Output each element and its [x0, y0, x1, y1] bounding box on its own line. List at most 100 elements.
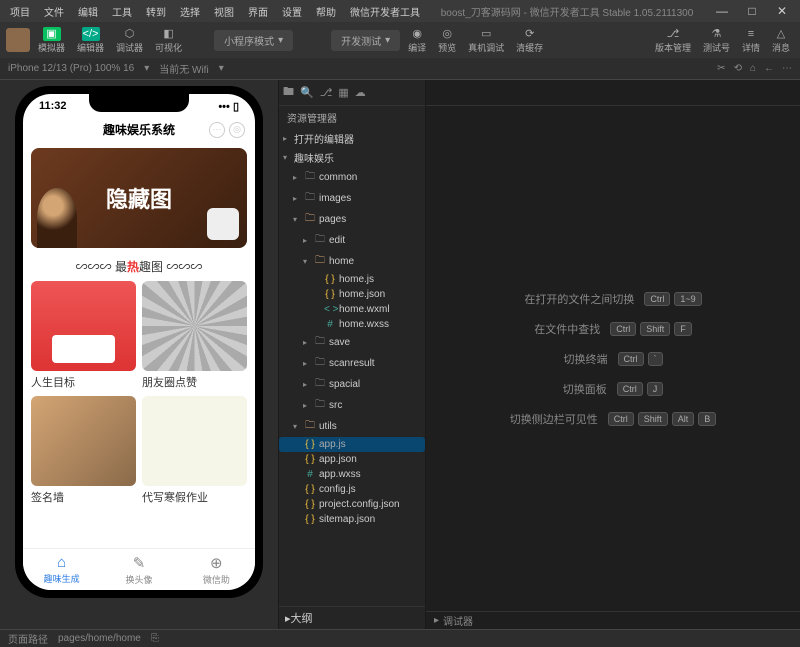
compile-button[interactable]: ◉编译	[404, 25, 430, 56]
menu-转到[interactable]: 转到	[140, 2, 172, 21]
tree-home[interactable]: ▾🗀home	[279, 251, 425, 272]
outline-section[interactable]: ▸大纲	[279, 606, 425, 629]
tab-0[interactable]: ⌂趣味生成	[23, 549, 100, 590]
tree-app.wxss[interactable]: #app.wxss	[279, 467, 425, 482]
copy-icon[interactable]: ⎘	[151, 633, 159, 644]
tree-utils[interactable]: ▾🗀utils	[279, 416, 425, 437]
tree-home.js[interactable]: { }home.js	[279, 272, 425, 287]
file-icon: { }	[324, 274, 336, 285]
screenshot-icon[interactable]: ✂	[717, 63, 725, 74]
card-3[interactable]: 代写寒假作业	[142, 396, 247, 505]
visual-button[interactable]: ◧可视化	[151, 25, 186, 56]
tree-pages[interactable]: ▾🗀pages	[279, 209, 425, 230]
file-name: spacial	[329, 379, 360, 390]
card-label: 代写寒假作业	[142, 489, 247, 505]
device-name[interactable]: iPhone 12/13 (Pro) 100% 16	[8, 63, 134, 74]
branch-tab-icon[interactable]: ⎇	[320, 86, 333, 99]
menu-设置[interactable]: 设置	[276, 2, 308, 21]
menu-微信开发者工具[interactable]: 微信开发者工具	[344, 2, 426, 21]
simulator-button[interactable]: ▣模拟器	[34, 25, 69, 56]
tree-images[interactable]: ▸🗀images	[279, 188, 425, 209]
cloud-tab-icon[interactable]: ☁	[355, 86, 366, 99]
detail-button[interactable]: ≡详情	[738, 25, 764, 56]
preview-button[interactable]: ◎预览	[434, 25, 460, 56]
card-1[interactable]: 朋友圈点赞	[142, 281, 247, 390]
file-name: config.js	[319, 484, 356, 495]
menu-视图[interactable]: 视图	[208, 2, 240, 21]
card-label: 人生目标	[31, 374, 136, 390]
file-icon: { }	[304, 514, 316, 525]
debugger-button[interactable]: ⬡调试器	[112, 25, 147, 56]
tree-save[interactable]: ▸🗀save	[279, 332, 425, 353]
page-path-label: 页面路径	[8, 631, 48, 646]
tree-project.config.json[interactable]: { }project.config.json	[279, 497, 425, 512]
more-icon[interactable]: ⋯	[782, 63, 792, 74]
tree-home.wxss[interactable]: #home.wxss	[279, 317, 425, 332]
menu-帮助[interactable]: 帮助	[310, 2, 342, 21]
tree-home.json[interactable]: { }home.json	[279, 287, 425, 302]
home-icon[interactable]: ⌂	[750, 63, 756, 74]
open-editors-section[interactable]: ▸打开的编辑器	[279, 129, 425, 148]
tree-sitemap.json[interactable]: { }sitemap.json	[279, 512, 425, 527]
file-icon: { }	[304, 484, 316, 495]
menu-文件[interactable]: 文件	[38, 2, 70, 21]
version-button[interactable]: ⎇版本管理	[651, 25, 695, 56]
tree-app.js[interactable]: { }app.js	[279, 437, 425, 452]
maximize-button[interactable]: □	[738, 4, 766, 18]
console-bar[interactable]: ▸ 调试器	[426, 611, 800, 629]
menu-选择[interactable]: 选择	[174, 2, 206, 21]
shortcut-label: 切换侧边栏可见性	[510, 411, 598, 427]
key: Shift	[640, 322, 670, 336]
key: Ctrl	[610, 322, 636, 336]
capsule-menu-icon[interactable]: ⋯	[209, 122, 225, 138]
tab-label: 趣味生成	[44, 572, 80, 585]
tree-app.json[interactable]: { }app.json	[279, 452, 425, 467]
rotate-icon[interactable]: ⟲	[734, 63, 742, 74]
key: `	[648, 352, 663, 366]
project-root[interactable]: ▾趣味娱乐	[279, 148, 425, 167]
files-tab-icon[interactable]: 🖿	[283, 83, 294, 102]
message-button[interactable]: △消息	[768, 25, 794, 56]
realdevice-button[interactable]: ▭真机调试	[464, 25, 508, 56]
tree-config.js[interactable]: { }config.js	[279, 482, 425, 497]
mode-select[interactable]: 小程序模式 ▾	[214, 30, 293, 51]
tabbar: ⌂趣味生成✎换头像⊕微信助	[23, 548, 255, 590]
card-image	[142, 396, 247, 486]
tree-common[interactable]: ▸🗀common	[279, 167, 425, 188]
card-0[interactable]: 人生目标	[31, 281, 136, 390]
tree-home.wxml[interactable]: < >home.wxml	[279, 302, 425, 317]
card-2[interactable]: 签名墙	[31, 396, 136, 505]
menu-项目[interactable]: 项目	[4, 2, 36, 21]
statusbar: 页面路径 pages/home/home ⎘	[0, 629, 800, 647]
tab-1[interactable]: ✎换头像	[100, 549, 177, 590]
tab-2[interactable]: ⊕微信助	[178, 549, 255, 590]
card-label: 朋友圈点赞	[142, 374, 247, 390]
menu-界面[interactable]: 界面	[242, 2, 274, 21]
tree-edit[interactable]: ▸🗀edit	[279, 230, 425, 251]
phone-screen[interactable]: 11:32 ••• ▯ 趣味娱乐系统 ⋯ ◎ 隐藏图 ∽∽∽ 最热趣图 ∽∽	[23, 94, 255, 590]
ext-tab-icon[interactable]: ▦	[338, 86, 348, 99]
phone-frame: 11:32 ••• ▯ 趣味娱乐系统 ⋯ ◎ 隐藏图 ∽∽∽ 最热趣图 ∽∽	[15, 86, 263, 598]
capsule-close-icon[interactable]: ◎	[229, 122, 245, 138]
file-name: pages	[319, 214, 346, 225]
back-icon[interactable]: ←	[764, 63, 774, 74]
tree-scanresult[interactable]: ▸🗀scanresult	[279, 353, 425, 374]
env-select[interactable]: 开发测试 ▾	[331, 30, 400, 51]
clearcache-button[interactable]: ⟳清缓存	[512, 25, 547, 56]
page-path[interactable]: pages/home/home	[58, 633, 141, 644]
tree-src[interactable]: ▸🗀src	[279, 395, 425, 416]
minimize-button[interactable]: —	[708, 4, 736, 18]
tree-spacial[interactable]: ▸🗀spacial	[279, 374, 425, 395]
shortcut-label: 在文件中查找	[534, 321, 600, 337]
file-icon: { }	[304, 454, 316, 465]
menu-工具[interactable]: 工具	[106, 2, 138, 21]
banner[interactable]: 隐藏图	[31, 148, 247, 248]
close-button[interactable]: ✕	[768, 4, 796, 18]
key: B	[698, 412, 716, 426]
avatar[interactable]	[6, 28, 30, 52]
search-tab-icon[interactable]: 🔍	[300, 86, 314, 99]
file-icon: { }	[304, 499, 316, 510]
menu-编辑[interactable]: 编辑	[72, 2, 104, 21]
test-button[interactable]: ⚗测试号	[699, 25, 734, 56]
editor-button[interactable]: </>编辑器	[73, 25, 108, 56]
